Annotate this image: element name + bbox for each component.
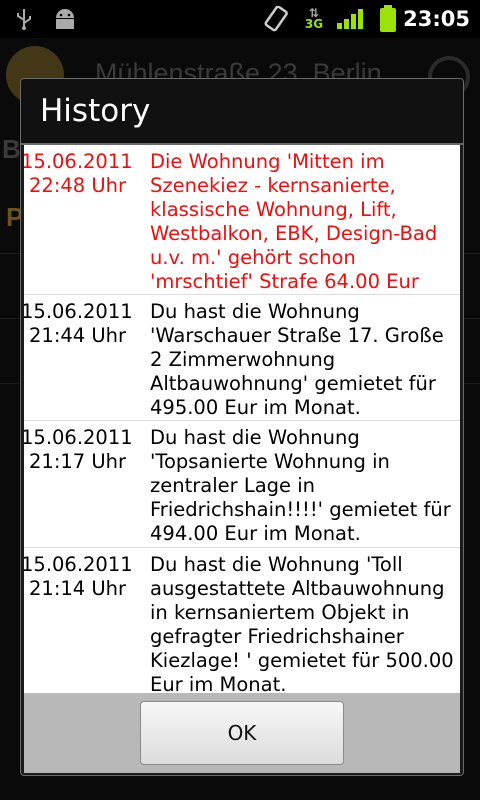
entry-date: 15.06.2011 bbox=[24, 150, 133, 173]
android-debug-icon bbox=[56, 9, 74, 29]
entry-message: Die Wohnung 'Mitten im Szenekiez - kerns… bbox=[150, 150, 438, 293]
entry-message: Du hast die Wohnung 'Toll ausgestattete … bbox=[150, 553, 454, 696]
ok-button[interactable]: OK bbox=[140, 701, 344, 765]
entry-date: 15.06.2011 bbox=[24, 426, 133, 449]
entry-time: 21:14 Uhr bbox=[29, 577, 127, 600]
status-clock: 23:05 bbox=[403, 7, 470, 31]
dialog-title: History bbox=[21, 79, 463, 143]
entry-time: 21:44 Uhr bbox=[29, 324, 127, 347]
entry-time: 21:17 Uhr bbox=[29, 450, 127, 473]
history-entry[interactable]: 15.06.2011 21:14 Uhr Du hast die Wohnung… bbox=[24, 548, 460, 708]
history-entry[interactable]: 15.06.2011 22:48 Uhr Die Wohnung 'Mitten… bbox=[24, 145, 460, 295]
status-bar: ⇅ 3G 23:05 bbox=[0, 0, 480, 38]
battery-icon bbox=[380, 5, 396, 32]
background-letter: B bbox=[2, 134, 21, 164]
usb-icon bbox=[17, 9, 31, 30]
entry-message: Du hast die Wohnung 'Topsanierte Wohnung… bbox=[150, 426, 451, 545]
data-3g-icon: ⇅ 3G bbox=[304, 6, 324, 31]
entry-datetime: 15.06.2011 21:14 Uhr bbox=[24, 553, 148, 601]
signal-icon bbox=[337, 9, 363, 29]
history-list[interactable]: 15.06.2011 22:48 Uhr Die Wohnung 'Mitten… bbox=[24, 145, 460, 771]
entry-datetime: 15.06.2011 21:44 Uhr bbox=[24, 300, 148, 348]
history-entry[interactable]: 15.06.2011 21:17 Uhr Du hast die Wohnung… bbox=[24, 421, 460, 548]
entry-message: Du hast die Wohnung 'Warschauer Straße 1… bbox=[150, 300, 444, 419]
entry-date: 15.06.2011 bbox=[24, 300, 133, 323]
rotate-icon bbox=[264, 6, 288, 32]
entry-time: 22:48 Uhr bbox=[29, 174, 127, 197]
entry-datetime: 15.06.2011 21:17 Uhr bbox=[24, 426, 148, 474]
network-type-label: 3G bbox=[304, 17, 324, 31]
history-dialog: History 15.06.2011 22:48 Uhr Die Wohnung… bbox=[20, 78, 464, 776]
entry-date: 15.06.2011 bbox=[24, 553, 133, 576]
history-entry[interactable]: 15.06.2011 21:44 Uhr Du hast die Wohnung… bbox=[24, 295, 460, 421]
entry-datetime: 15.06.2011 22:48 Uhr bbox=[24, 150, 148, 198]
dialog-button-bar: OK bbox=[24, 693, 460, 773]
